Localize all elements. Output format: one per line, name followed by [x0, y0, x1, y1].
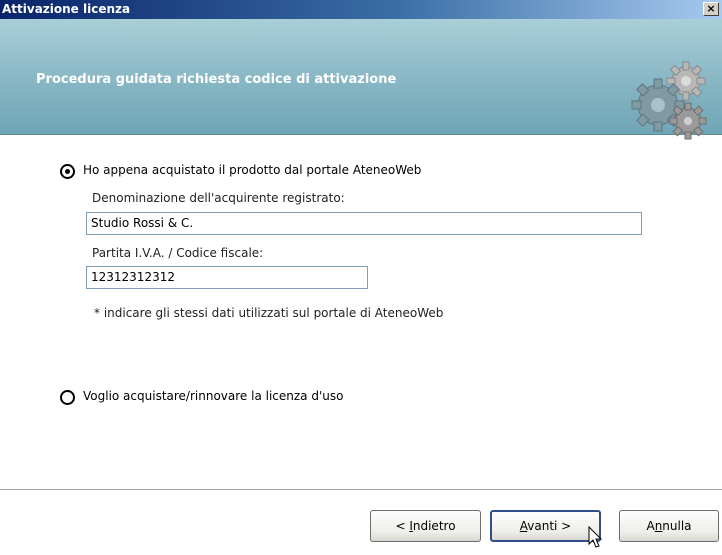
- back-button-prefix: <: [395, 519, 410, 533]
- back-button-rest: ndietro: [412, 519, 456, 533]
- close-icon: ×: [706, 2, 716, 15]
- buyer-name-input[interactable]: Studio Rossi & C.: [86, 212, 642, 235]
- radio-purchased[interactable]: [60, 164, 75, 179]
- back-button[interactable]: < Indietro: [370, 510, 481, 542]
- window-title: Attivazione licenza: [2, 2, 131, 16]
- wizard-banner: Procedura guidata richiesta codice di at…: [0, 19, 722, 140]
- option-purchased-label[interactable]: Ho appena acquistato il prodotto dal por…: [83, 163, 421, 177]
- next-button-rest: vanti >: [527, 519, 572, 533]
- mouse-cursor-icon: [588, 526, 603, 548]
- wizard-heading: Procedura guidata richiesta codice di at…: [36, 72, 397, 87]
- option-buy-renew-label[interactable]: Voglio acquistare/rinnovare la licenza d…: [83, 389, 343, 403]
- vat-code-label: Partita I.V.A. / Codice fiscale:: [92, 246, 264, 260]
- gears-icon: [631, 61, 707, 140]
- next-button[interactable]: Avanti >: [490, 510, 601, 542]
- radio-buy-renew[interactable]: [60, 390, 75, 405]
- cancel-button[interactable]: Annulla: [619, 510, 719, 542]
- buyer-name-label: Denominazione dell'acquirente registrato…: [92, 191, 345, 205]
- data-hint-note: * indicare gli stessi dati utilizzati su…: [94, 306, 444, 320]
- close-button[interactable]: ×: [703, 2, 719, 16]
- cancel-button-prefix: A: [646, 519, 655, 533]
- title-bar: Attivazione licenza ×: [0, 0, 722, 19]
- footer-divider: [0, 489, 722, 491]
- cancel-button-rest: nulla: [662, 519, 692, 533]
- vat-code-input[interactable]: 12312312312: [86, 266, 368, 289]
- radio-selected-dot: [65, 169, 70, 174]
